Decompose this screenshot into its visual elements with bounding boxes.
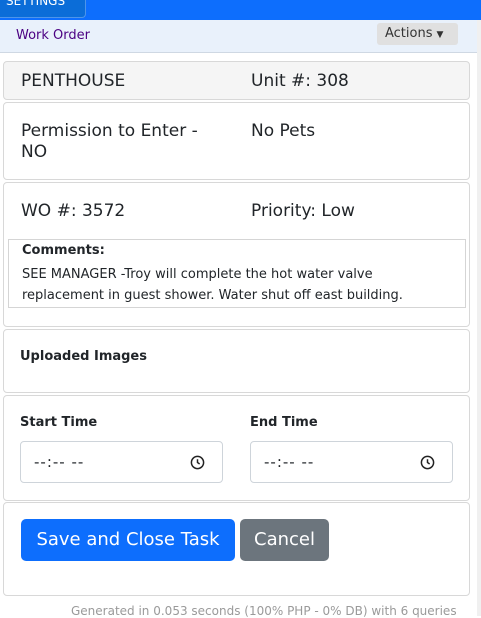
page-title: Work Order xyxy=(16,28,90,43)
unit-number: Unit #: 308 xyxy=(251,71,349,91)
actions-label: Actions xyxy=(385,26,433,41)
clock-icon[interactable] xyxy=(420,455,435,470)
permission-to-enter-line2: NO xyxy=(21,142,48,162)
comments-text: SEE MANAGER -Troy will complete the hot … xyxy=(22,264,462,306)
permission-to-enter-line1: Permission to Enter - xyxy=(21,121,198,141)
uploaded-images-title: Uploaded Images xyxy=(20,349,147,364)
uploaded-images-card: Uploaded Images xyxy=(3,329,470,393)
comments-box: Comments: SEE MANAGER -Troy will complet… xyxy=(8,239,466,308)
access-card: Permission to Enter - NO No Pets xyxy=(3,102,470,180)
comments-title: Comments: xyxy=(22,243,105,258)
end-time-input[interactable]: --:-- -- xyxy=(250,441,453,483)
comments-line-2: replacement in guest shower. Water shut … xyxy=(22,288,403,303)
priority: Priority: Low xyxy=(251,201,355,221)
top-navbar: SETTINGS xyxy=(0,0,481,20)
unit-card: PENTHOUSE Unit #: 308 xyxy=(3,61,470,100)
comments-line-1: SEE MANAGER -Troy will complete the hot … xyxy=(22,267,373,282)
end-time-label: End Time xyxy=(250,415,318,430)
actions-dropdown-button[interactable]: Actions ▼ xyxy=(377,23,458,45)
settings-tab[interactable]: SETTINGS xyxy=(0,0,86,18)
pets-status: No Pets xyxy=(251,121,316,141)
end-time-value: --:-- -- xyxy=(264,453,315,471)
page-right-border xyxy=(477,20,481,616)
start-time-label: Start Time xyxy=(20,415,98,430)
wo-number: WO #: 3572 xyxy=(21,201,126,221)
building-name: PENTHOUSE xyxy=(21,71,126,91)
start-time-value: --:-- -- xyxy=(34,453,85,471)
cancel-button[interactable]: Cancel xyxy=(240,519,329,561)
caret-down-icon: ▼ xyxy=(436,30,444,40)
start-time-input[interactable]: --:-- -- xyxy=(20,441,223,483)
save-and-close-button[interactable]: Save and Close Task xyxy=(21,519,235,561)
clock-icon[interactable] xyxy=(190,455,205,470)
